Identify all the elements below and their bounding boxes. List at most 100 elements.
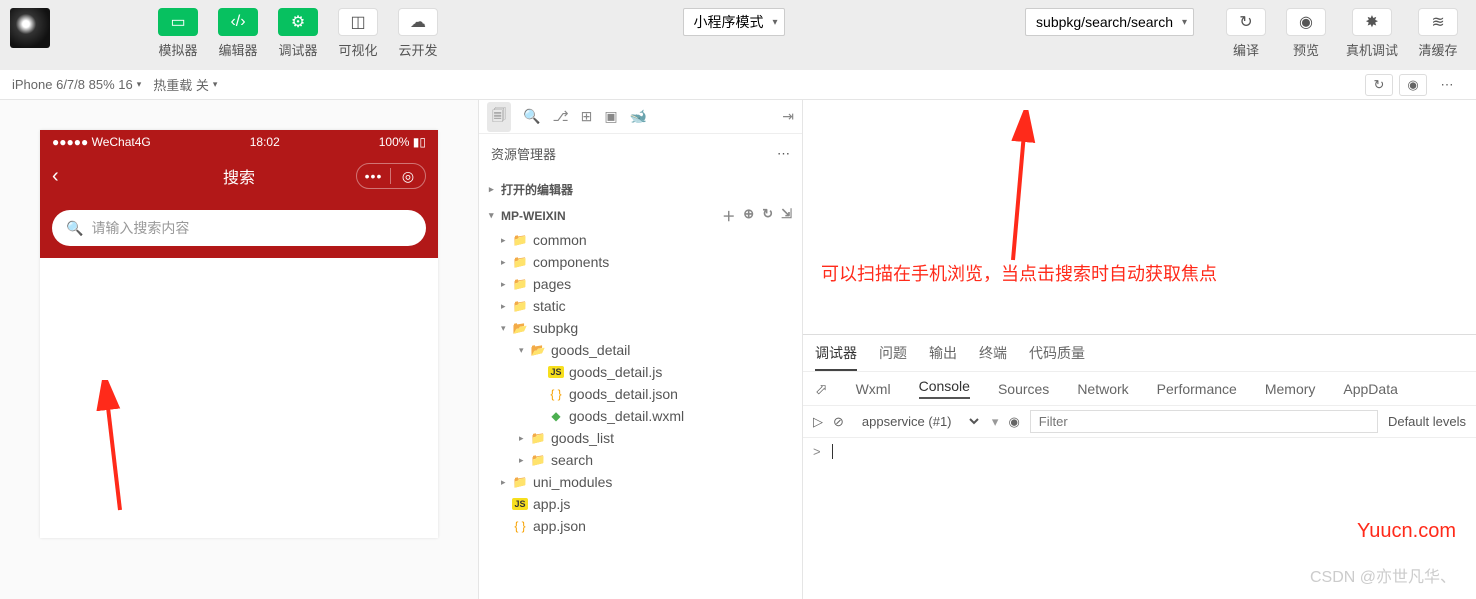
tree-folder[interactable]: ▸📁search [479, 449, 802, 471]
console-prompt: > [813, 444, 821, 459]
cloud-button[interactable]: ☁ 云开发 [390, 8, 446, 59]
battery-icon: ▮▯ [413, 135, 426, 149]
tab-quality[interactable]: 代码质量 [1029, 343, 1085, 371]
tab-problems[interactable]: 问题 [879, 343, 907, 371]
tab-terminal[interactable]: 终端 [979, 343, 1007, 371]
reload-icon[interactable]: ↻ [1365, 74, 1393, 96]
capsule: ••• ◎ [356, 163, 426, 189]
folder-icon: 📁 [529, 431, 547, 445]
mode-dropdown[interactable]: 小程序模式 [683, 8, 785, 36]
folder-icon: 📁 [511, 233, 529, 247]
extensions-icon[interactable]: ⊞ [581, 108, 593, 125]
tree-folder[interactable]: ▸📁goods_list [479, 427, 802, 449]
main-tool-buttons: ▭ 模拟器 ‹/› 编辑器 ⚙ 调试器 ◫ 可视化 ☁ 云开发 [150, 8, 446, 59]
tab-sources[interactable]: Sources [998, 381, 1049, 397]
tree-folder[interactable]: ▸📁common [479, 229, 802, 251]
tab-memory[interactable]: Memory [1265, 381, 1316, 397]
new-file-icon[interactable]: ＋ [722, 206, 735, 225]
search-tool-icon[interactable]: 🔍 [523, 108, 540, 125]
tree-folder[interactable]: ▾📂goods_detail [479, 339, 802, 361]
collapse-icon[interactable]: ⇥ [782, 108, 794, 125]
annotation-arrow-icon [1003, 110, 1043, 270]
tab-console[interactable]: Console [919, 378, 970, 399]
tree-file[interactable]: { }goods_detail.json [479, 383, 802, 405]
page-dropdown[interactable]: subpkg/search/search [1025, 8, 1194, 36]
console-filter-input[interactable] [1030, 410, 1378, 433]
tree-file[interactable]: { }app.json [479, 515, 802, 537]
search-icon: 🔍 [66, 220, 83, 237]
bug-icon: ✸ [1352, 8, 1392, 36]
context-dropdown[interactable]: appservice (#1) [854, 411, 982, 432]
back-icon[interactable]: ‹ [52, 165, 59, 188]
tab-output[interactable]: 输出 [929, 343, 957, 371]
live-expression-icon[interactable]: ◉ [1008, 414, 1019, 430]
js-icon: JS [512, 498, 527, 510]
simulator-button[interactable]: ▭ 模拟器 [150, 8, 206, 59]
console-toolbar: ▷ ⊘ appservice (#1) ▾ ◉ Default levels [803, 406, 1476, 438]
annotation-area: 可以扫描在手机浏览，当点击搜索时自动获取焦点 [803, 100, 1476, 334]
open-editors-section[interactable]: ▸打开的编辑器 [479, 177, 802, 202]
device-debug-button[interactable]: ✸ 真机调试 [1338, 8, 1406, 59]
docker-icon[interactable]: 🐋 [630, 108, 647, 125]
device-select[interactable]: iPhone 6/7/8 85% 16▾ [12, 77, 141, 92]
label: 云开发 [398, 40, 437, 59]
user-avatar[interactable] [10, 8, 50, 48]
capsule-close-icon[interactable]: ◎ [391, 168, 425, 185]
tree-folder[interactable]: ▸📁static [479, 295, 802, 317]
more-icon[interactable]: ⋯ [1433, 74, 1461, 96]
right-tool-buttons: ↻ 编译 ◉ 预览 ✸ 真机调试 ≋ 清缓存 [1218, 8, 1466, 59]
tab-performance[interactable]: Performance [1157, 381, 1237, 397]
tree-folder[interactable]: ▸📁components [479, 251, 802, 273]
tab-appdata[interactable]: AppData [1343, 381, 1397, 397]
phone-icon: ▭ [158, 8, 198, 36]
tree-file[interactable]: JSgoods_detail.js [479, 361, 802, 383]
refresh-tree-icon[interactable]: ↻ [762, 206, 773, 225]
annotation-arrow-icon [92, 380, 132, 520]
folder-icon: 📁 [511, 255, 529, 269]
tab-network[interactable]: Network [1077, 381, 1128, 397]
layout-icon: ◫ [338, 8, 378, 36]
clear-cache-button[interactable]: ≋ 清缓存 [1410, 8, 1466, 59]
tree-folder[interactable]: ▸📁uni_modules [479, 471, 802, 493]
debugger-button[interactable]: ⚙ 调试器 [270, 8, 326, 59]
compile-button[interactable]: ↻ 编译 [1218, 8, 1274, 59]
branch-icon[interactable]: ⎇ [552, 108, 568, 125]
inspect-icon[interactable]: ⬀ [815, 380, 828, 398]
visualize-button[interactable]: ◫ 可视化 [330, 8, 386, 59]
tree-file[interactable]: JSapp.js [479, 493, 802, 515]
folder-icon: 📂 [511, 321, 529, 335]
console-output[interactable]: > [803, 438, 1476, 466]
right-panel: 可以扫描在手机浏览，当点击搜索时自动获取焦点 调试器 问题 输出 终端 代码质量… [803, 100, 1476, 599]
json-icon: { } [547, 387, 565, 401]
preview-button[interactable]: ◉ 预览 [1278, 8, 1334, 59]
tab-wxml[interactable]: Wxml [856, 381, 891, 397]
search-input[interactable]: 🔍 请输入搜索内容 [52, 210, 426, 246]
tab-debugger[interactable]: 调试器 [815, 343, 857, 371]
tree-folder[interactable]: ▾📂subpkg [479, 317, 802, 339]
wxml-icon: ◆ [547, 409, 565, 423]
snippet-icon[interactable]: ▣ [604, 108, 617, 125]
watermark: Yuucn.com [1357, 520, 1456, 543]
new-folder-icon[interactable]: ⊕ [743, 206, 754, 225]
folder-icon: 📂 [529, 343, 547, 357]
tree-folder[interactable]: ▸📁pages [479, 273, 802, 295]
collapse-all-icon[interactable]: ⇲ [781, 206, 792, 225]
label: 模拟器 [158, 40, 197, 59]
folder-icon: 📁 [511, 475, 529, 489]
execute-icon[interactable]: ▷ [813, 414, 823, 430]
log-levels-dropdown[interactable]: Default levels [1388, 414, 1466, 429]
phone-nav-bar: ‹ 搜索 ••• ◎ [40, 154, 438, 198]
stop-icon[interactable]: ◉ [1399, 74, 1427, 96]
debug-tab-bar: 调试器 问题 输出 终端 代码质量 [803, 335, 1476, 372]
files-icon[interactable]: 🗐 [487, 102, 511, 132]
top-toolbar: ▭ 模拟器 ‹/› 编辑器 ⚙ 调试器 ◫ 可视化 ☁ 云开发 小程序模式 su… [0, 0, 1476, 70]
clear-console-icon[interactable]: ⊘ [833, 414, 844, 430]
more-icon[interactable]: ⋯ [777, 146, 790, 162]
project-section[interactable]: ▾MP-WEIXIN ＋ ⊕ ↻ ⇲ [479, 202, 802, 229]
folder-icon: 📁 [511, 277, 529, 291]
editor-button[interactable]: ‹/› 编辑器 [210, 8, 266, 59]
tree-file[interactable]: ◆goods_detail.wxml [479, 405, 802, 427]
hot-reload-toggle[interactable]: 热重载 关▾ [153, 75, 217, 94]
capsule-menu-icon[interactable]: ••• [357, 168, 391, 184]
label: 编辑器 [218, 40, 257, 59]
